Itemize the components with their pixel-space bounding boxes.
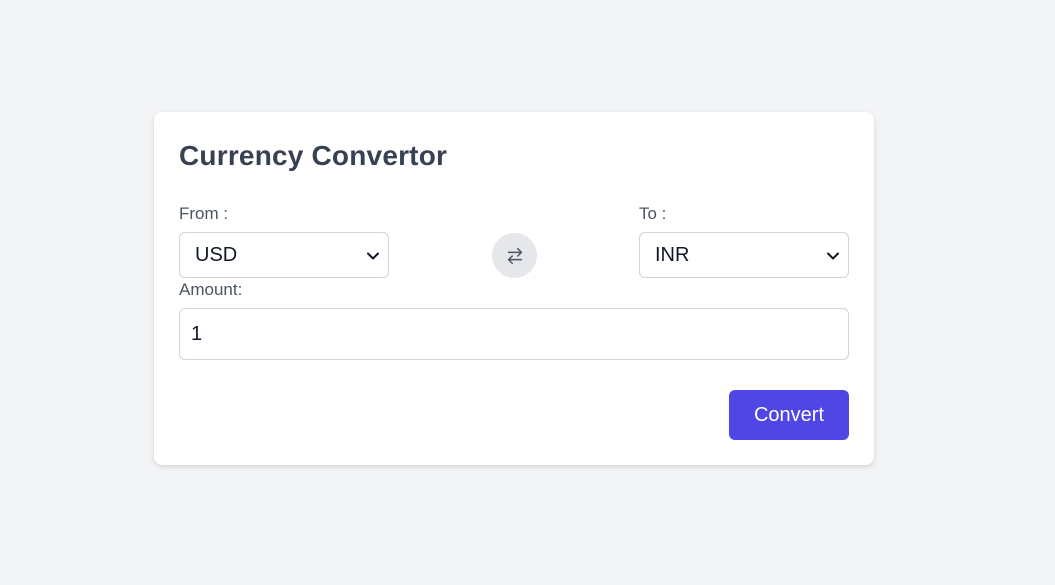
to-currency-select[interactable]: INR bbox=[639, 232, 849, 278]
page-title: Currency Convertor bbox=[179, 140, 448, 171]
from-label: From : bbox=[179, 204, 229, 223]
convert-button[interactable]: Convert bbox=[729, 390, 849, 440]
from-currency-value: USD bbox=[195, 244, 238, 266]
amount-input[interactable] bbox=[179, 308, 849, 360]
converter-card: Currency Convertor From : USD To : INR A… bbox=[154, 112, 874, 465]
chevron-down-icon bbox=[827, 252, 839, 260]
chevron-down-icon bbox=[367, 252, 379, 260]
swap-currencies-button[interactable] bbox=[492, 233, 537, 278]
from-currency-select[interactable]: USD bbox=[179, 232, 389, 278]
to-currency-value: INR bbox=[655, 244, 690, 266]
amount-label: Amount: bbox=[179, 280, 243, 299]
swap-arrows-icon bbox=[507, 247, 522, 264]
to-label: To : bbox=[639, 204, 667, 223]
